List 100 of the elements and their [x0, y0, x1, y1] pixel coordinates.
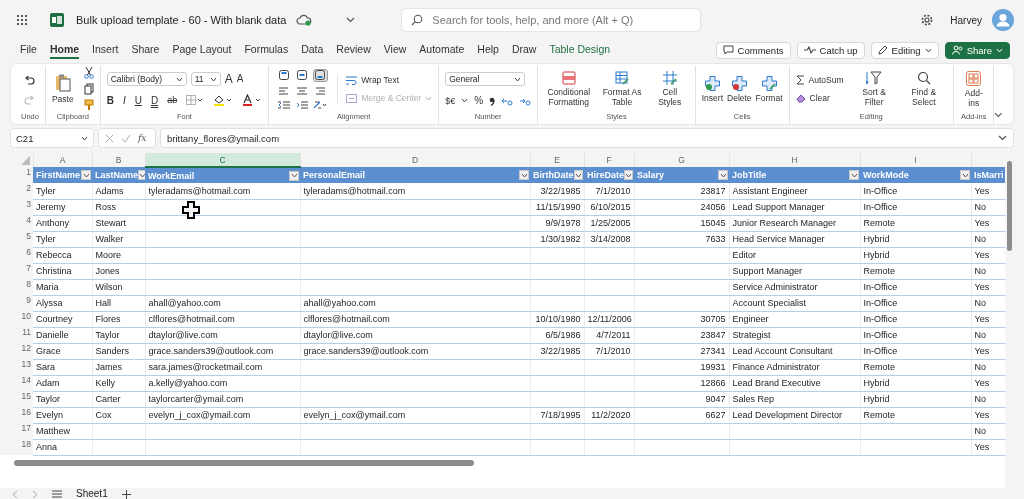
- cells-button[interactable]: Format: [755, 75, 783, 103]
- paste-button[interactable]: Paste: [51, 74, 74, 104]
- vertical-scrollbar[interactable]: [1007, 161, 1012, 251]
- format-painter-icon[interactable]: [83, 99, 94, 111]
- column-header[interactable]: F: [584, 153, 634, 167]
- menu-tab[interactable]: Home: [49, 41, 80, 59]
- row-number[interactable]: 12: [0, 343, 33, 359]
- settings-icon[interactable]: [920, 13, 935, 27]
- caret-icon[interactable]: [461, 98, 469, 103]
- column-header[interactable]: G: [634, 153, 729, 167]
- undo-icon[interactable]: [24, 76, 36, 86]
- row-number[interactable]: 4: [0, 215, 33, 231]
- insert-function-button[interactable]: fx: [138, 133, 147, 143]
- search-field[interactable]: Search for tools, help, and more (Alt + Q): [401, 8, 702, 32]
- column-header[interactable]: C: [145, 153, 300, 167]
- app-launcher-icon[interactable]: [16, 14, 28, 26]
- row-number[interactable]: 7: [0, 263, 33, 279]
- collapse-ribbon-icon[interactable]: [994, 112, 1003, 118]
- sheet-tab[interactable]: Sheet1: [76, 488, 108, 499]
- fill-color-icon[interactable]: [213, 94, 234, 106]
- cut-icon[interactable]: [83, 67, 94, 79]
- comments-button[interactable]: Comments: [715, 41, 791, 59]
- horizontal-align-icon[interactable]: [279, 85, 290, 96]
- underline-button[interactable]: U: [134, 94, 142, 106]
- percent-button[interactable]: %: [474, 95, 484, 106]
- file-name[interactable]: Bulk upload template - 60 - With blank data: [76, 14, 287, 26]
- column-header[interactable]: E: [530, 153, 584, 167]
- comma-style-icon[interactable]: [489, 95, 496, 106]
- horizontal-scrollbar[interactable]: [14, 459, 474, 466]
- row-number[interactable]: 1: [0, 167, 33, 183]
- row-number[interactable]: 18: [0, 439, 33, 455]
- horizontal-align-icon[interactable]: [315, 85, 326, 96]
- menu-tab[interactable]: Draw: [511, 41, 537, 59]
- menu-tab[interactable]: Table Design: [549, 41, 611, 59]
- menu-tab[interactable]: Data: [301, 41, 324, 59]
- filter-button[interactable]: [519, 170, 529, 180]
- strikethrough-button[interactable]: ab: [167, 95, 178, 105]
- number-format-dropdown[interactable]: General: [445, 72, 526, 86]
- decrease-font-button[interactable]: A: [236, 73, 244, 85]
- copy-icon[interactable]: [83, 83, 94, 95]
- font-size-dropdown[interactable]: 11: [190, 72, 221, 86]
- menu-tab[interactable]: Page Layout: [172, 41, 232, 59]
- font-family-dropdown[interactable]: Calibri (Body): [106, 72, 187, 86]
- menu-tab[interactable]: Formulas: [244, 41, 289, 59]
- styles-button[interactable]: Cell Styles: [650, 70, 689, 108]
- add-sheet-icon[interactable]: [121, 489, 131, 499]
- filter-button[interactable]: [289, 170, 299, 181]
- name-box[interactable]: C21: [10, 128, 94, 148]
- column-header[interactable]: H: [729, 153, 860, 167]
- menu-tab[interactable]: View: [383, 41, 407, 59]
- increase-indent-icon[interactable]: [296, 99, 309, 110]
- menu-tab[interactable]: Automate: [419, 41, 465, 59]
- chevron-down-icon[interactable]: [346, 17, 356, 23]
- column-header[interactable]: I: [860, 153, 971, 167]
- editing-button[interactable]: Editing: [870, 41, 939, 59]
- filter-button[interactable]: [573, 170, 583, 180]
- font-color-icon[interactable]: [242, 94, 263, 106]
- row-number[interactable]: 13: [0, 359, 33, 375]
- decrease-indent-icon[interactable]: [278, 99, 291, 110]
- styles-button[interactable]: Conditional Formatting: [544, 70, 594, 108]
- formula-field[interactable]: brittany_flores@ymail.com: [160, 128, 1014, 148]
- check-icon[interactable]: [121, 133, 131, 143]
- increase-font-button[interactable]: A: [224, 73, 233, 85]
- menu-tab[interactable]: Share: [131, 41, 160, 59]
- autosum-button[interactable]: AutoSum: [795, 75, 844, 85]
- horizontal-align-icon[interactable]: [297, 85, 308, 96]
- spreadsheet-app-icon[interactable]: [50, 13, 64, 27]
- row-number[interactable]: 14: [0, 375, 33, 391]
- vertical-align-button[interactable]: [312, 68, 328, 82]
- row-number[interactable]: 8: [0, 279, 33, 295]
- column-header[interactable]: B: [92, 153, 145, 167]
- bold-button[interactable]: B: [106, 94, 114, 106]
- wrap-text-button[interactable]: Wrap Text: [346, 75, 433, 85]
- row-number[interactable]: 15: [0, 391, 33, 407]
- cells-button[interactable]: Delete: [727, 75, 752, 103]
- italic-button[interactable]: I: [122, 94, 126, 106]
- currency-button[interactable]: $€: [445, 95, 456, 106]
- filter-button[interactable]: [624, 170, 633, 180]
- catch-up-button[interactable]: Catch up: [796, 41, 865, 59]
- row-number[interactable]: 3: [0, 199, 33, 215]
- vertical-align-button[interactable]: [276, 68, 292, 82]
- add-ins-button[interactable]: Add-ins: [960, 70, 988, 108]
- avatar-icon[interactable]: [992, 9, 1014, 31]
- row-number[interactable]: 16: [0, 407, 33, 423]
- menu-tab[interactable]: Review: [336, 41, 371, 59]
- menu-tab[interactable]: Insert: [92, 41, 119, 59]
- filter-button[interactable]: [138, 170, 145, 180]
- editing-button[interactable]: Find & Select: [900, 70, 948, 108]
- row-number[interactable]: 6: [0, 247, 33, 263]
- column-header[interactable]: D: [300, 153, 530, 167]
- clear-button[interactable]: Clear: [795, 93, 844, 103]
- vertical-align-button[interactable]: [294, 68, 310, 82]
- row-number[interactable]: 2: [0, 183, 33, 199]
- row-number[interactable]: 11: [0, 327, 33, 343]
- filter-button[interactable]: [960, 170, 970, 180]
- row-number[interactable]: 5: [0, 231, 33, 247]
- editing-button[interactable]: Sort & Filter: [853, 70, 895, 108]
- column-header[interactable]: A: [33, 153, 92, 167]
- row-number[interactable]: 9: [0, 295, 33, 311]
- orientation-icon[interactable]: [313, 99, 328, 110]
